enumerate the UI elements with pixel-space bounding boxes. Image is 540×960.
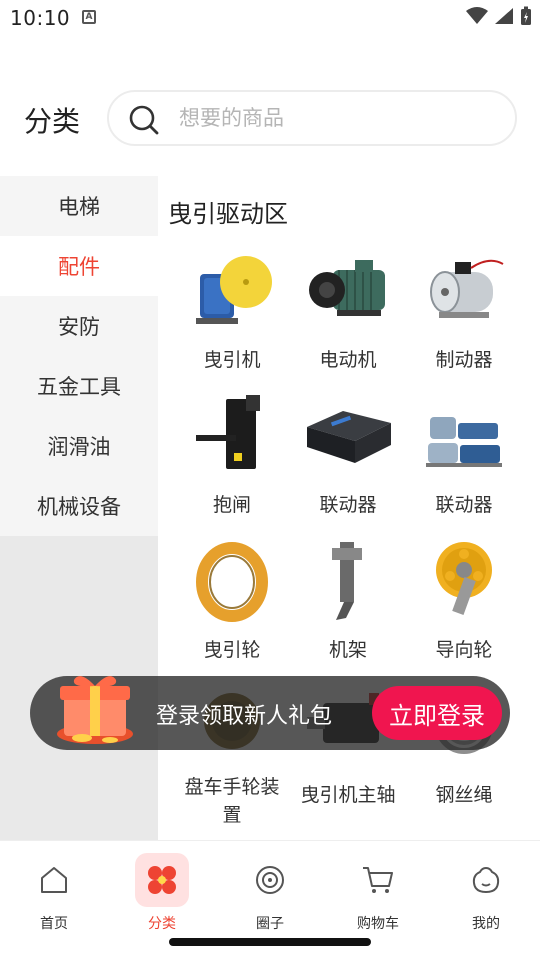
product-label: 曳引机	[203, 349, 261, 371]
product-label: 联动器	[435, 494, 493, 516]
product-item[interactable]: 联动器	[406, 389, 522, 534]
notification-icon: A	[82, 10, 96, 24]
home-indicator	[169, 938, 371, 946]
product-label: 曳引机主轴	[300, 784, 396, 806]
section-title: 曳引驱动区	[168, 200, 288, 228]
login-banner[interactable]: 登录领取新人礼包 立即登录	[30, 676, 510, 750]
header: 分类	[0, 88, 540, 148]
product-label: 电动机	[319, 349, 377, 371]
guide-wheel-icon	[418, 534, 510, 626]
sidebar-item-elevator[interactable]: 电梯	[0, 176, 158, 236]
product-label: 导向轮	[435, 639, 493, 661]
search-icon	[129, 105, 159, 135]
product-label: 盘车手轮装置	[184, 776, 280, 826]
tab-category[interactable]: 分类	[122, 853, 202, 933]
product-item[interactable]: 联动器	[290, 389, 406, 534]
signal-icon	[495, 8, 513, 24]
product-item[interactable]: 曳引机	[174, 244, 290, 389]
search-box[interactable]	[107, 90, 517, 146]
login-button[interactable]: 立即登录	[372, 686, 502, 740]
tab-label: 购物车	[357, 916, 399, 932]
tab-label: 分类	[148, 916, 176, 932]
product-item[interactable]: 抱闸	[174, 389, 290, 534]
frame-icon	[302, 534, 394, 626]
tab-label: 首页	[40, 916, 68, 932]
banner-text: 登录领取新人礼包	[156, 704, 333, 729]
sidebar-item-security[interactable]: 安防	[0, 296, 158, 356]
product-label: 联动器	[319, 494, 377, 516]
product-item[interactable]: 曳引轮	[174, 534, 290, 679]
product-label: 机架	[328, 639, 367, 661]
tab-label: 圈子	[256, 916, 284, 932]
status-icons	[466, 6, 532, 26]
controller-box-icon	[302, 389, 394, 481]
gift-icon	[57, 676, 133, 744]
cart-icon	[351, 853, 405, 907]
product-label: 钢丝绳	[435, 784, 493, 806]
product-item[interactable]: 制动器	[406, 244, 522, 389]
linkage-motors-icon	[418, 389, 510, 481]
product-label: 制动器	[435, 349, 493, 371]
search-input[interactable]	[179, 92, 499, 144]
product-label: 抱闸	[212, 494, 251, 516]
brake-icon	[418, 244, 510, 336]
product-item[interactable]: 机架	[290, 534, 406, 679]
traction-sheave-icon	[186, 534, 278, 626]
product-item[interactable]: 电动机	[290, 244, 406, 389]
tab-circle[interactable]: 圈子	[230, 853, 310, 933]
sidebar-item-hardware-tools[interactable]: 五金工具	[0, 356, 158, 416]
tab-home[interactable]: 首页	[14, 853, 94, 933]
home-icon	[27, 853, 81, 907]
sidebar-item-parts[interactable]: 配件	[0, 236, 158, 296]
product-label: 曳引轮	[203, 639, 261, 661]
battery-icon	[521, 6, 531, 25]
wifi-icon	[466, 7, 488, 24]
tab-cart[interactable]: 购物车	[338, 853, 418, 933]
sidebar-item-machinery[interactable]: 机械设备	[0, 476, 158, 536]
status-bar: 10:10 A	[0, 0, 540, 36]
traction-machine-icon	[186, 244, 278, 336]
status-time: 10:10	[10, 6, 71, 30]
sidebar-item-lubricant[interactable]: 润滑油	[0, 416, 158, 476]
category-icon	[135, 853, 189, 907]
tab-label: 我的	[472, 916, 500, 932]
page-title: 分类	[24, 105, 81, 138]
profile-icon	[459, 853, 513, 907]
target-icon	[243, 853, 297, 907]
motor-icon	[302, 244, 394, 336]
tab-mine[interactable]: 我的	[446, 853, 526, 933]
holding-brake-icon	[186, 389, 278, 481]
product-item[interactable]: 导向轮	[406, 534, 522, 679]
